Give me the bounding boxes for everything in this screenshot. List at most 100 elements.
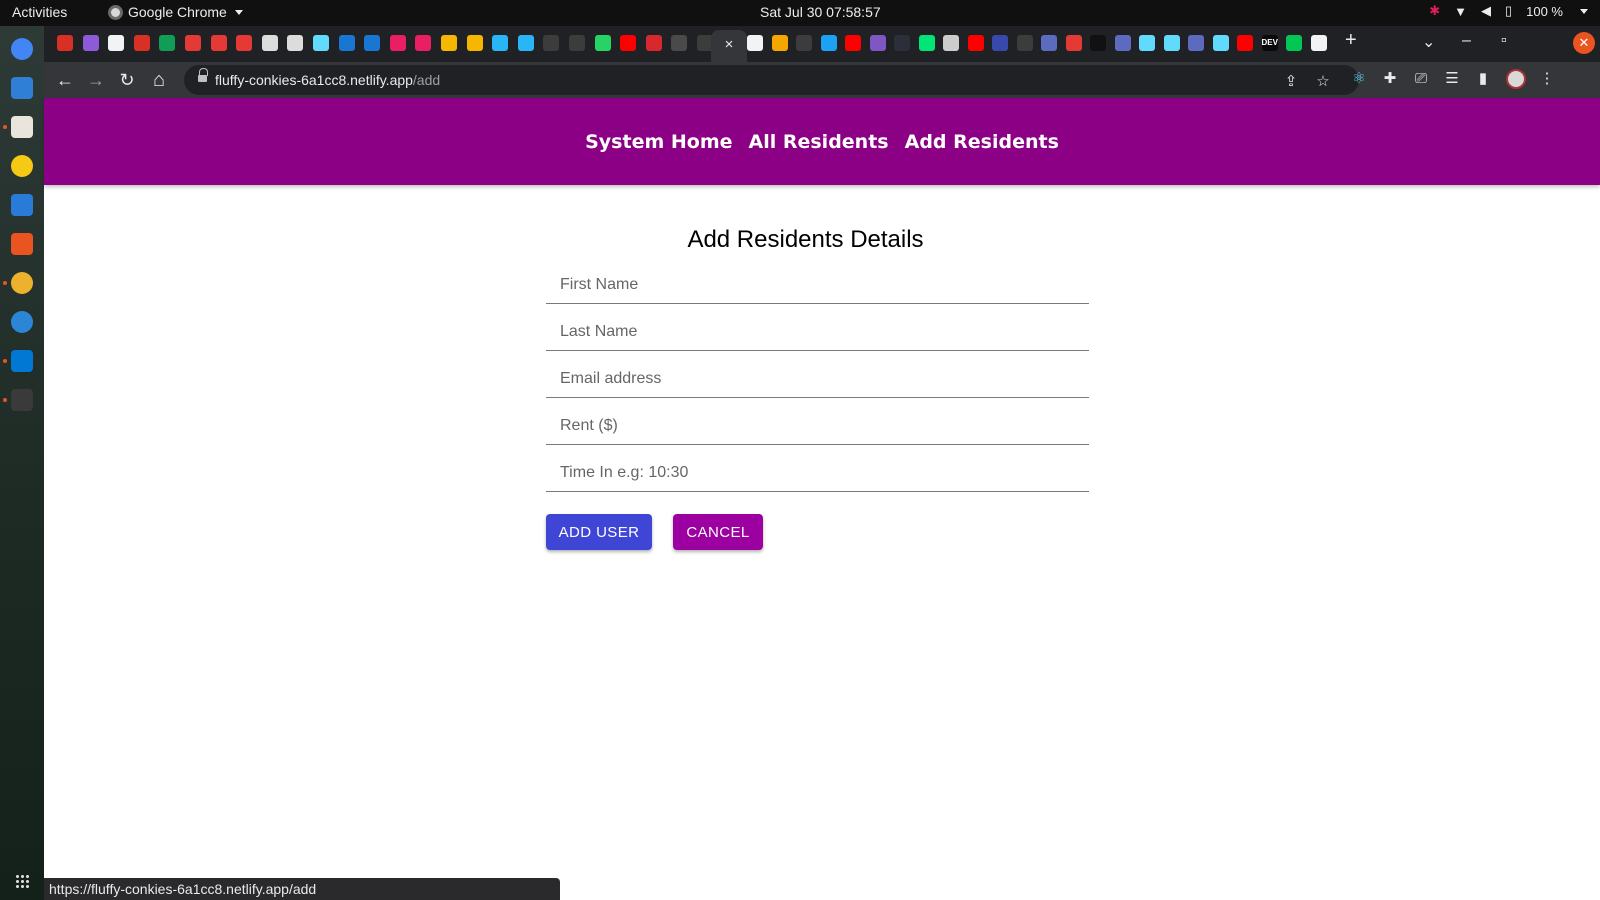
first-name-field[interactable]: [546, 258, 1089, 304]
nav-add-residents[interactable]: Add Residents: [905, 131, 1059, 153]
react-icon[interactable]: [1139, 35, 1155, 51]
n-icon[interactable]: [1065, 35, 1082, 51]
last-name-input[interactable]: [546, 305, 1089, 350]
side-panel-icon[interactable]: ▮: [1474, 70, 1492, 88]
gmail-icon[interactable]: [133, 35, 150, 51]
rent-field[interactable]: [546, 399, 1089, 445]
circle-icon[interactable]: [210, 35, 227, 51]
circle-icon[interactable]: [236, 35, 253, 51]
terminal-icon[interactable]: [11, 389, 33, 411]
time-in-input[interactable]: [546, 446, 1089, 491]
url-text[interactable]: fluffy-conkies-6a1cc8.netlify.app/add: [215, 72, 440, 88]
email-input[interactable]: [546, 352, 1089, 397]
email-field[interactable]: [546, 352, 1089, 398]
files-icon[interactable]: [11, 116, 33, 138]
m-icon[interactable]: [1114, 35, 1131, 51]
react-devtools-icon[interactable]: ⚛: [1350, 70, 1368, 88]
twitter-icon[interactable]: [820, 35, 837, 51]
minimize-button[interactable]: –: [1462, 32, 1471, 50]
mega-icon[interactable]: [645, 35, 662, 51]
reload-button[interactable]: ↻: [115, 68, 139, 92]
last-name-field[interactable]: [546, 305, 1089, 351]
active-tab[interactable]: ×: [711, 30, 747, 62]
activities-button[interactable]: Activities: [12, 4, 67, 20]
circle-icon[interactable]: [261, 35, 278, 51]
dev-icon[interactable]: DEV: [1261, 35, 1278, 51]
time-in-field[interactable]: [546, 446, 1089, 492]
home-button[interactable]: ⌂: [147, 68, 171, 92]
restore-button[interactable]: ▫: [1501, 32, 1507, 50]
close-tab-icon[interactable]: ×: [725, 36, 734, 53]
clock[interactable]: Sat Jul 30 07:58:57: [760, 4, 881, 20]
back-button[interactable]: ←: [53, 68, 77, 92]
udemy-icon[interactable]: [492, 35, 509, 51]
sheets-icon[interactable]: [159, 35, 176, 51]
diamond-icon[interactable]: [771, 35, 788, 51]
share-icon[interactable]: ⇪: [1282, 73, 1300, 91]
vscode-icon[interactable]: [11, 350, 33, 372]
cast-icon[interactable]: ⎚: [1412, 70, 1430, 88]
profile-avatar[interactable]: [1506, 69, 1526, 89]
tab-search-button[interactable]: ⌄: [1422, 32, 1435, 52]
crown-icon[interactable]: [466, 35, 483, 51]
reading-list-icon[interactable]: ☰: [1443, 70, 1461, 88]
youtube-icon[interactable]: [967, 35, 984, 51]
media-icon[interactable]: [415, 35, 432, 51]
bolt-icon[interactable]: [441, 35, 457, 51]
new-tab-button[interactable]: +: [1345, 29, 1357, 52]
udemy-icon[interactable]: [517, 35, 534, 51]
circle-icon[interactable]: [287, 35, 304, 51]
youtube-icon[interactable]: [620, 35, 637, 51]
k-icon[interactable]: [918, 35, 935, 51]
github-icon[interactable]: [569, 35, 585, 51]
circle-icon[interactable]: [185, 35, 201, 51]
play-icon[interactable]: [364, 35, 381, 51]
react-icon[interactable]: [1163, 35, 1180, 51]
chrome-icon[interactable]: [11, 38, 33, 60]
thunderbird-icon[interactable]: [11, 77, 33, 99]
nft-icon[interactable]: [671, 35, 688, 51]
react-icon[interactable]: [313, 35, 329, 51]
terminal-icon[interactable]: [1090, 35, 1106, 51]
show-applications-icon[interactable]: [15, 874, 29, 888]
nav-all-residents[interactable]: All Residents: [749, 131, 889, 153]
diamond-icon[interactable]: [1286, 35, 1302, 51]
rhythmbox-icon[interactable]: [11, 155, 33, 177]
nav-system-home[interactable]: System Home: [585, 131, 732, 153]
whatsapp-icon[interactable]: [594, 35, 611, 51]
close-window-button[interactable]: ✕: [1573, 32, 1595, 54]
github-icon[interactable]: [543, 35, 560, 51]
address-bar[interactable]: fluffy-conkies-6a1cc8.netlify.app/add ⇪ …: [184, 65, 1359, 95]
hacker-icon[interactable]: [82, 35, 99, 51]
github-icon[interactable]: [1016, 35, 1033, 51]
extensions-icon[interactable]: ✚: [1381, 70, 1399, 88]
cancel-button[interactable]: CANCEL: [673, 514, 763, 550]
youtube-icon[interactable]: [1237, 35, 1253, 51]
rent-input[interactable]: [546, 399, 1089, 444]
bookmark-star-icon[interactable]: ☆: [1314, 73, 1332, 91]
docs-icon[interactable]: [894, 35, 910, 51]
lock-icon[interactable]: [198, 68, 208, 84]
system-tray[interactable]: ✱ ▼ ◀ ▯ 100 %: [1429, 3, 1588, 19]
react-icon[interactable]: [1212, 35, 1229, 51]
add-user-button[interactable]: ADD USER: [546, 514, 652, 550]
slack-icon[interactable]: [11, 272, 33, 294]
media-icon[interactable]: [389, 35, 406, 51]
help-icon[interactable]: [11, 311, 33, 333]
globe-icon[interactable]: [747, 35, 763, 51]
first-name-input[interactable]: [546, 258, 1089, 303]
software-icon[interactable]: [11, 233, 33, 255]
app-menu[interactable]: Google Chrome: [108, 4, 243, 20]
chrome-icon[interactable]: [943, 35, 959, 51]
youtube-icon[interactable]: [845, 35, 861, 51]
chrome-menu-icon[interactable]: ⋮: [1538, 70, 1556, 88]
globe-icon[interactable]: [1310, 35, 1327, 51]
play-icon[interactable]: [338, 35, 355, 51]
forward-button[interactable]: →: [84, 68, 108, 92]
m-icon[interactable]: [1041, 35, 1057, 51]
p-icon[interactable]: [992, 35, 1008, 51]
m-icon[interactable]: [1188, 35, 1204, 51]
crown-icon[interactable]: [869, 35, 886, 51]
writer-icon[interactable]: [11, 194, 33, 216]
gmail-icon[interactable]: [57, 35, 73, 51]
